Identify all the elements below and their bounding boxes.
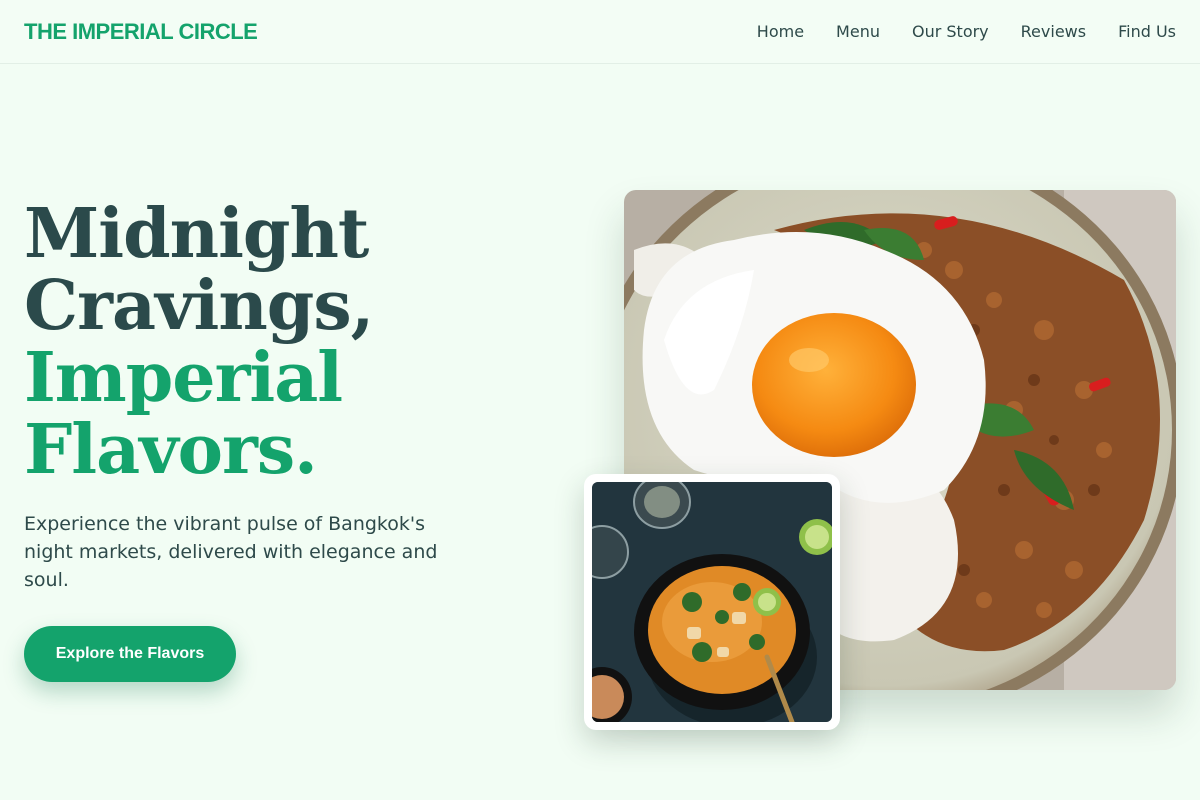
- hero-subtitle: Experience the vibrant pulse of Bangkok'…: [24, 513, 438, 591]
- brand-logo[interactable]: THE IMPERIAL CIRCLE: [24, 19, 258, 45]
- hero-inset-photo-frame: [584, 474, 840, 730]
- headline-line-4: Flavors.: [24, 410, 318, 490]
- main-nav: Home Menu Our Story Reviews Find Us: [757, 22, 1176, 41]
- nav-link-reviews[interactable]: Reviews: [1021, 22, 1086, 41]
- hero-headline: Midnight Cravings, Imperial Flavors.: [24, 194, 374, 490]
- site-header: THE IMPERIAL CIRCLE Home Menu Our Story …: [0, 0, 1200, 64]
- thai-curry-illustration: [592, 482, 832, 722]
- hero-inset-photo: [592, 482, 832, 722]
- headline-line-1: Midnight: [24, 194, 369, 274]
- headline-line-2: Cravings,: [24, 266, 374, 346]
- nav-link-find-us[interactable]: Find Us: [1118, 22, 1176, 41]
- nav-link-menu[interactable]: Menu: [836, 22, 880, 41]
- nav-link-our-story[interactable]: Our Story: [912, 22, 989, 41]
- explore-flavors-button[interactable]: Explore the Flavors: [24, 626, 236, 682]
- nav-link-home[interactable]: Home: [757, 22, 804, 41]
- headline-line-3: Imperial: [24, 338, 343, 418]
